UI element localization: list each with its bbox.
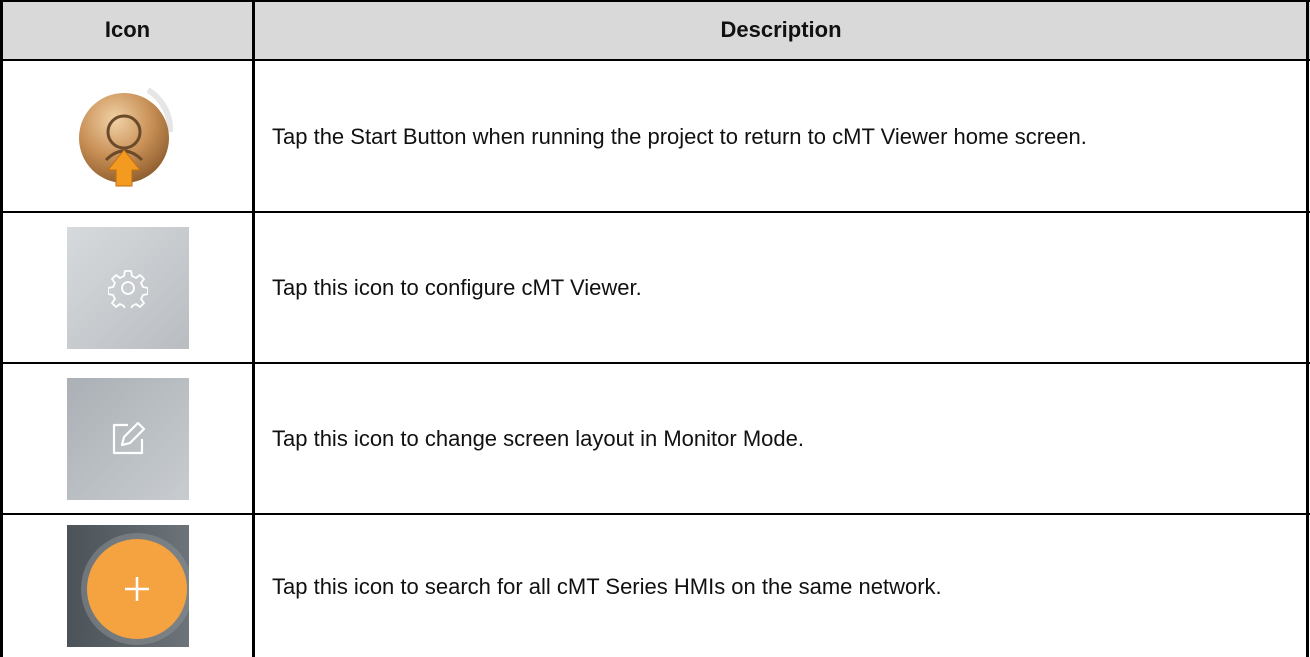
description-cell: Tap the Start Button when running the pr… — [272, 123, 1087, 149]
icon-cell — [3, 515, 252, 657]
plus-icon — [66, 525, 189, 647]
edit-icon — [66, 377, 189, 500]
row-divider — [0, 59, 1310, 61]
header-description-label: Description — [720, 16, 842, 42]
icon-cell — [3, 213, 252, 362]
table-border-right — [1306, 0, 1309, 657]
description-cell: Tap this icon to configure cMT Viewer. — [272, 275, 642, 300]
table-row: Tap this icon to change screen layout in… — [0, 364, 1310, 513]
gear-icon — [66, 226, 189, 349]
table-row: Tap this icon to configure cMT Viewer. — [0, 213, 1310, 362]
row-divider — [0, 211, 1310, 213]
icon-cell — [3, 364, 252, 513]
table-border-left — [0, 0, 3, 657]
row-divider — [0, 513, 1310, 515]
start-button-icon — [78, 87, 173, 187]
table-row: Tap this icon to search for all cMT Seri… — [0, 515, 1310, 657]
icon-description-table: Icon Description Tap the Start Button wh… — [0, 0, 1310, 657]
icon-cell — [3, 61, 252, 211]
header-icon-label: Icon — [104, 16, 151, 42]
table-header: Icon Description — [0, 0, 1310, 59]
description-cell: Tap this icon to change screen layout in… — [272, 426, 804, 451]
table-border-top — [0, 0, 1310, 2]
column-divider — [252, 0, 255, 657]
table-row: Tap the Start Button when running the pr… — [0, 61, 1310, 211]
row-divider — [0, 362, 1310, 364]
description-cell: Tap this icon to search for all cMT Seri… — [272, 573, 942, 599]
